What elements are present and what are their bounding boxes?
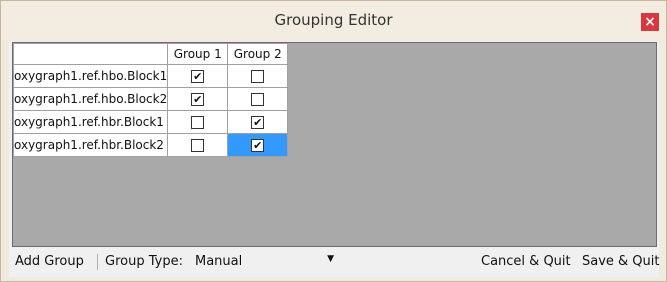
row-label[interactable]: oxygraph1.ref.hbo.Block2 <box>12 87 169 111</box>
row-label[interactable]: oxygraph1.ref.hbr.Block2 <box>12 133 169 157</box>
grid-header-row: Group 1 Group 2 <box>12 43 289 65</box>
grouping-grid: Group 1 Group 2 oxygraph1.ref.hbo.Block1… <box>12 43 289 157</box>
grid-cell <box>227 87 289 111</box>
save-and-quit-button[interactable]: Save & Quit <box>582 254 660 269</box>
checkbox-checked[interactable]: ✔ <box>251 116 265 129</box>
grouping-editor-window: Grouping Editor × Group 1 Group 2 oxygra… <box>0 0 667 282</box>
group-type-label: Group Type: <box>105 254 183 269</box>
grid-cell: ✔ <box>227 133 289 157</box>
grid-row: oxygraph1.ref.hbo.Block1 ✔ <box>12 64 289 88</box>
row-label[interactable]: oxygraph1.ref.hbo.Block1 <box>12 64 169 88</box>
checkbox-unchecked[interactable] <box>191 116 205 129</box>
checkbox-unchecked[interactable] <box>251 93 265 106</box>
grid-cell: ✔ <box>227 110 289 134</box>
grid-row: oxygraph1.ref.hbr.Block1 ✔ <box>12 110 289 134</box>
column-header-group-1[interactable]: Group 1 <box>167 43 229 65</box>
group-type-value: Manual <box>195 254 243 269</box>
grid-cell <box>167 110 229 134</box>
toolbar-separator <box>97 254 98 270</box>
cancel-and-quit-button[interactable]: Cancel & Quit <box>481 254 571 269</box>
checkbox-checked[interactable]: ✔ <box>191 70 205 83</box>
client-area: Group 1 Group 2 oxygraph1.ref.hbo.Block1… <box>9 41 660 277</box>
add-group-button[interactable]: Add Group <box>15 254 84 269</box>
column-header-group-2[interactable]: Group 2 <box>227 43 289 65</box>
checkbox-checked[interactable]: ✔ <box>191 93 205 106</box>
title-bar: Grouping Editor × <box>1 1 666 40</box>
grid-row: oxygraph1.ref.hbo.Block2 ✔ <box>12 87 289 111</box>
grouping-grid-area: Group 1 Group 2 oxygraph1.ref.hbo.Block1… <box>12 42 657 247</box>
grid-cell: ✔ <box>167 64 229 88</box>
close-icon: × <box>644 14 656 30</box>
bottom-toolbar: Add Group Group Type: Manual ▼ Cancel & … <box>9 249 660 275</box>
close-button[interactable]: × <box>641 13 659 31</box>
checkbox-checked[interactable]: ✔ <box>251 139 265 152</box>
checkbox-unchecked[interactable] <box>251 70 265 83</box>
checkbox-unchecked[interactable] <box>191 139 205 152</box>
grid-cell: ✔ <box>167 87 229 111</box>
grid-cell <box>167 133 229 157</box>
grid-cell <box>227 64 289 88</box>
window-title: Grouping Editor <box>274 11 393 29</box>
chevron-down-icon: ▼ <box>327 254 334 264</box>
row-label[interactable]: oxygraph1.ref.hbr.Block1 <box>12 110 169 134</box>
group-type-dropdown[interactable]: Manual ▼ <box>191 252 338 272</box>
grid-row: oxygraph1.ref.hbr.Block2 ✔ <box>12 133 289 157</box>
grid-corner-cell <box>12 43 169 65</box>
